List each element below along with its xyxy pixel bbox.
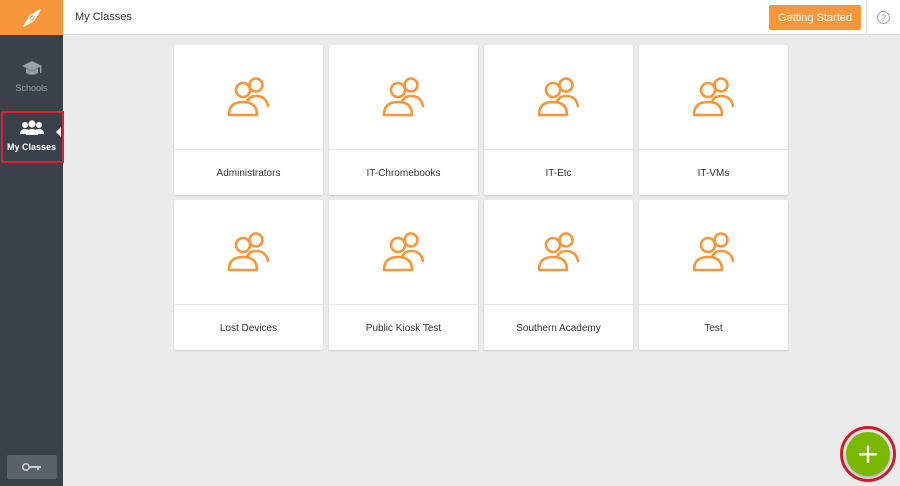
class-card[interactable]: Southern Academy bbox=[484, 200, 633, 350]
class-card[interactable]: Lost Devices bbox=[174, 200, 323, 350]
class-card[interactable]: Administrators bbox=[174, 45, 323, 195]
class-card[interactable]: IT-Etc bbox=[484, 45, 633, 195]
compass-logo-icon bbox=[22, 8, 41, 27]
class-card[interactable]: IT-VMs bbox=[639, 45, 788, 195]
class-grid: Administrators IT-Chromebooks IT-Etc IT-… bbox=[174, 45, 789, 350]
users-group-icon bbox=[692, 77, 734, 117]
page-title: My Classes bbox=[75, 11, 132, 23]
class-card-label: Southern Academy bbox=[516, 322, 601, 334]
app-logo[interactable] bbox=[0, 0, 63, 35]
users-group-icon bbox=[692, 232, 734, 272]
class-card[interactable]: IT-Chromebooks bbox=[329, 45, 478, 195]
active-caret-icon bbox=[56, 127, 61, 137]
add-class-button[interactable]: + bbox=[846, 432, 890, 476]
sidebar-item-label: Schools bbox=[15, 83, 48, 93]
class-card-label: Public Kiosk Test bbox=[365, 322, 442, 334]
users-group-icon bbox=[537, 77, 579, 117]
class-card-label: IT-VMs bbox=[697, 167, 730, 179]
sidebar: Schools My Classes bbox=[0, 0, 64, 486]
logout-button[interactable] bbox=[7, 455, 57, 479]
users-group-icon bbox=[382, 232, 424, 272]
users-group-icon bbox=[227, 77, 269, 117]
top-bar: My Classes Getting Started ? bbox=[63, 0, 900, 35]
getting-started-button[interactable]: Getting Started bbox=[769, 5, 861, 30]
users-group-icon bbox=[382, 77, 424, 117]
sidebar-item-schools[interactable]: Schools bbox=[0, 52, 63, 104]
class-card[interactable]: Test bbox=[639, 200, 788, 350]
users-group-icon bbox=[537, 232, 579, 272]
class-card-label: IT-Etc bbox=[545, 167, 572, 179]
graduation-cap-icon bbox=[21, 61, 42, 75]
class-card-label: Test bbox=[704, 322, 723, 334]
class-card-label: Lost Devices bbox=[219, 322, 278, 334]
key-icon bbox=[21, 462, 41, 472]
help-icon[interactable]: ? bbox=[877, 11, 890, 24]
users-group-icon bbox=[227, 232, 269, 272]
divider bbox=[866, 0, 867, 35]
active-item-highlight bbox=[1, 111, 64, 163]
class-card-label: Administrators bbox=[216, 167, 281, 179]
class-card[interactable]: Public Kiosk Test bbox=[329, 200, 478, 350]
class-card-label: IT-Chromebooks bbox=[366, 167, 441, 179]
